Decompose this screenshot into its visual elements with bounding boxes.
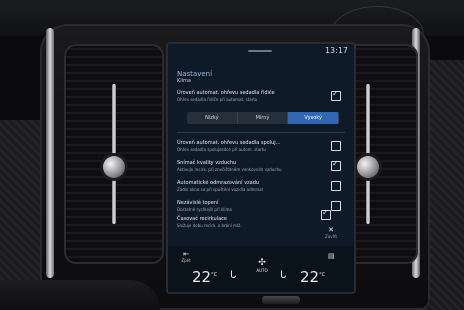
option-medium[interactable]: Mírný (238, 112, 289, 124)
back-icon: ⇤ (183, 250, 189, 258)
seat-heat-left-icon[interactable]: ᒐ (230, 270, 236, 281)
panel-subtitle: Klima (177, 78, 191, 84)
temperature-unit: °C (319, 272, 326, 278)
heat-level-selector: Nízký Mírný Vysoký (187, 112, 339, 124)
vent-knob[interactable] (357, 156, 379, 178)
fan-button[interactable]: ✣ AUTO (250, 258, 274, 273)
status-bar: 13:17 (168, 44, 354, 58)
setting-description: Snižuje dobu recirk. a brání mlž. (177, 223, 242, 228)
checkbox[interactable] (331, 181, 341, 191)
vent-vane (366, 84, 370, 224)
temperature-left-value: 22 (192, 268, 212, 286)
checkbox[interactable] (331, 89, 341, 101)
close-icon: ✕ (328, 226, 334, 234)
setting-description: Aktivuje recirk. při znečištěném venkovn… (177, 167, 282, 172)
checkbox[interactable] (321, 208, 331, 220)
close-button[interactable]: ✕ Zavřít (316, 226, 346, 246)
setting-row-driver-seat-heat[interactable]: Úroveň automat. ohřevu sedadla řidiče Oh… (177, 89, 345, 110)
back-button[interactable]: ⇤ Zpět (174, 250, 198, 263)
back-label: Zpět (181, 258, 191, 263)
setting-description: Dostatně rychlejší při klima (177, 207, 232, 212)
setting-row-recirculation-timer[interactable]: Časovač recirkulace Snižuje dobu recirk.… (177, 208, 331, 234)
temperature-right-value: 22 (300, 268, 320, 286)
option-low[interactable]: Nízký (187, 112, 238, 124)
divider (177, 132, 345, 133)
close-label: Zavřít (325, 234, 337, 239)
panel-title[interactable]: Nastavení (177, 70, 212, 78)
home-button[interactable] (262, 296, 300, 304)
air-vent-left (64, 44, 164, 264)
setting-row-air-quality[interactable]: Snímač kvality vzduchu Aktivuje recirk. … (177, 159, 345, 178)
temperature-left[interactable]: 22°C (192, 268, 217, 286)
dashboard-photo: 13:17 Nastavení Klima Úroveň automat. oh… (0, 0, 464, 310)
temperature-right[interactable]: 22°C (300, 268, 325, 286)
temperature-unit: °C (211, 272, 218, 278)
setting-row-passenger-seat-heat[interactable]: Úroveň automat. ohřevu sedadla spoluj...… (177, 140, 345, 158)
auto-label: AUTO (256, 268, 268, 273)
setting-label: Úroveň automat. ohřevu sedadla řidiče (177, 90, 275, 96)
checkbox[interactable] (331, 159, 341, 171)
fan-icon: ✣ (258, 258, 266, 268)
setting-label: Časovač recirkulace (177, 216, 227, 222)
setting-description: Zadní okno se při spuštění vozidla odmra… (177, 187, 263, 192)
setting-label: Úroveň automat. ohřevu sedadla spoluj... (177, 140, 281, 146)
setting-description: Ohřev sedadla spolujezdce při autom. sta… (177, 147, 266, 152)
infotainment-screen: 13:17 Nastavení Klima Úroveň automat. oh… (166, 42, 356, 294)
checkbox[interactable] (331, 141, 341, 151)
vent-vane (112, 84, 116, 224)
seat-heat-right-icon[interactable]: ᒐ (280, 270, 286, 281)
pulldown-handle[interactable] (248, 50, 272, 52)
setting-description: Ohřev sedadla řidiče při automat. startu (177, 97, 258, 102)
setting-row-rear-defrost[interactable]: Automatické odmrazování vzadu Zadní okno… (177, 180, 345, 198)
setting-label: Nezávislé topení (177, 200, 219, 206)
climate-bar: ⇤ Zpět 22°C ᒐ ✣ AUTO ᒐ 22°C ▤ (168, 246, 354, 292)
defrost-icon[interactable]: ▤ (328, 252, 335, 260)
checkbox[interactable] (331, 201, 341, 211)
setting-label: Snímač kvality vzduchu (177, 160, 237, 166)
option-high[interactable]: Vysoký (288, 112, 339, 124)
setting-label: Automatické odmrazování vzadu (177, 180, 260, 186)
seat-edge (0, 280, 160, 310)
clock: 13:17 (324, 46, 348, 55)
vent-knob[interactable] (103, 156, 125, 178)
chrome-strip-left (46, 28, 54, 278)
